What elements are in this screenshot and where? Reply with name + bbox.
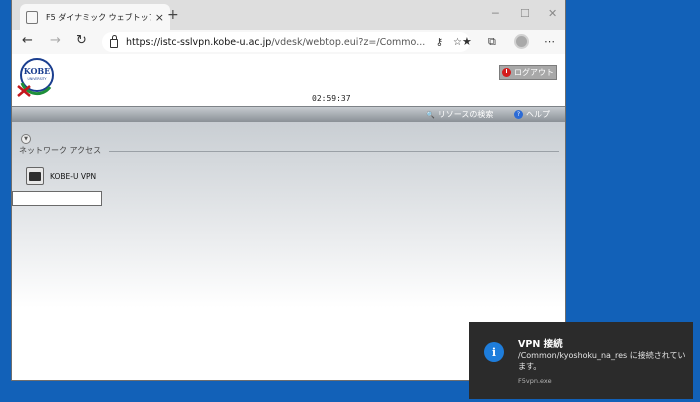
notification-title: VPN 接続 bbox=[518, 339, 563, 350]
webtop-nav-strip: 🔍 リソースの検索 ? ヘルプ bbox=[12, 106, 565, 122]
tab-f5-webtop[interactable]: F5 ダイナミック ウェブトップ × bbox=[20, 4, 170, 30]
kobe-university-logo: KOBE UNIVERSITY bbox=[17, 58, 54, 97]
tab-close-icon[interactable]: × bbox=[155, 11, 164, 24]
section-divider bbox=[109, 151, 559, 152]
maximize-button[interactable]: ☐ bbox=[520, 7, 530, 20]
forward-button[interactable]: → bbox=[50, 33, 61, 48]
minimize-button[interactable]: ─ bbox=[492, 7, 499, 20]
resource-kobe-u-vpn[interactable]: KOBE-U VPN bbox=[26, 167, 96, 185]
address-bar[interactable]: https://istc-sslvpn.kobe-u.ac.jp/vdesk/w… bbox=[102, 32, 470, 52]
help-icon: ? bbox=[514, 110, 523, 119]
logout-label: ログアウト bbox=[514, 68, 554, 77]
refresh-button[interactable]: ↻ bbox=[76, 33, 87, 48]
favorites-bar-icon[interactable]: ★ bbox=[462, 35, 472, 48]
network-access-heading: ネットワーク アクセス bbox=[19, 146, 102, 155]
tab-title: F5 ダイナミック ウェブトップ bbox=[46, 12, 151, 22]
resource-status-box bbox=[12, 191, 102, 206]
tab-bar: F5 ダイナミック ウェブトップ × + ─ ☐ ✕ bbox=[12, 0, 565, 30]
browser-toolbar: ← → ↻ https://istc-sslvpn.kobe-u.ac.jp/v… bbox=[12, 30, 565, 54]
collapse-section-icon[interactable]: ▼ bbox=[21, 134, 31, 144]
close-button[interactable]: ✕ bbox=[548, 7, 557, 20]
page-favicon-icon bbox=[26, 10, 38, 24]
help-label: ヘルプ bbox=[526, 110, 550, 119]
help-link[interactable]: ? ヘルプ bbox=[514, 109, 550, 120]
url-text[interactable]: https://istc-sslvpn.kobe-u.ac.jp/vdesk/w… bbox=[126, 37, 430, 48]
back-button[interactable]: ← bbox=[22, 33, 33, 48]
info-icon: i bbox=[484, 342, 504, 362]
notification-app-name: F5vpn.exe bbox=[518, 377, 552, 385]
resource-search-label: リソースの検索 bbox=[437, 110, 494, 119]
logout-button[interactable]: ログアウト bbox=[499, 65, 557, 80]
profile-avatar[interactable] bbox=[514, 34, 529, 49]
lock-icon[interactable] bbox=[110, 34, 118, 48]
vpn-notification-toast[interactable]: i VPN 接続 /Common/kyoshoku_na_res に接続されてい… bbox=[469, 322, 693, 399]
session-timer: 02:59:37 bbox=[312, 94, 351, 103]
search-icon: 🔍 bbox=[426, 110, 435, 119]
notification-body: /Common/kyoshoku_na_res に接続されています。 bbox=[518, 351, 686, 371]
more-menu-icon[interactable]: ⋯ bbox=[544, 35, 555, 48]
resource-search-link[interactable]: 🔍 リソースの検索 bbox=[426, 109, 493, 120]
resource-label: KOBE-U VPN bbox=[50, 171, 97, 181]
svg-text:UNIVERSITY: UNIVERSITY bbox=[28, 77, 47, 81]
network-access-icon bbox=[26, 167, 44, 185]
power-icon bbox=[502, 68, 511, 77]
collections-icon[interactable]: ⧉ bbox=[488, 35, 496, 49]
svg-text:KOBE: KOBE bbox=[24, 66, 51, 76]
new-tab-button[interactable]: + bbox=[167, 7, 179, 23]
key-icon[interactable]: ⚷ bbox=[436, 37, 443, 48]
favorite-star-icon[interactable]: ☆ bbox=[453, 37, 462, 48]
